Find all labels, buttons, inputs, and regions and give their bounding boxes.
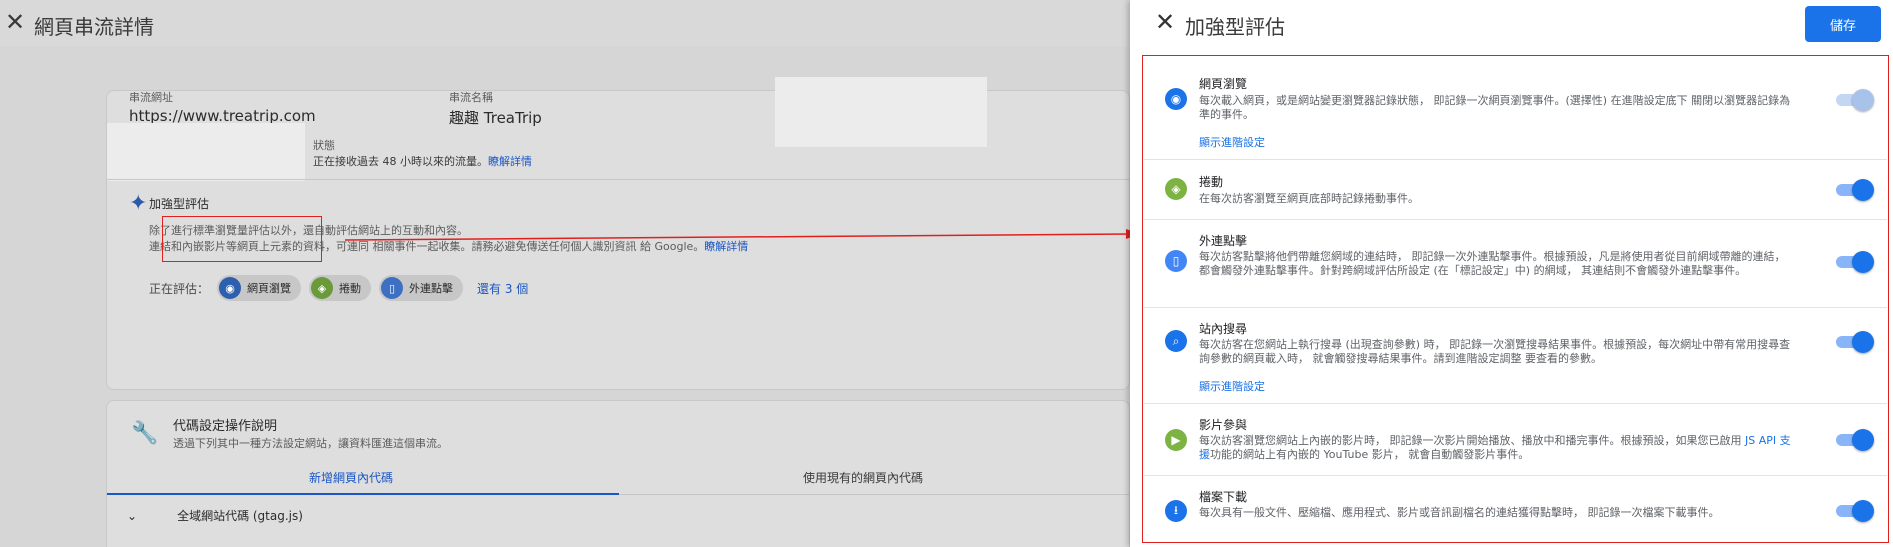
- show-advanced-link[interactable]: 顯示進階設定: [1199, 134, 1265, 150]
- enhanced-measurement-drawer: ✕ 加強型評估 儲存 ◉ 網頁瀏覽 每次載入網頁，或是網站變更瀏覽器記錄狀態， …: [1130, 0, 1893, 547]
- setting-description: 每次載入網頁，或是網站變更瀏覽器記錄狀態， 即記錄一次網頁瀏覽事件。(選擇性) …: [1199, 94, 1791, 121]
- setting-title: 站內搜尋: [1199, 322, 1248, 336]
- mouse-icon: ▯: [1165, 250, 1187, 272]
- toggle-page-view[interactable]: [1834, 89, 1874, 111]
- setting-description: 每次具有一般文件、壓縮檔、應用程式、影片或音訊副檔名的連結獲得點擊時， 即記錄一…: [1199, 506, 1720, 519]
- setting-description: 在每次訪客瀏覽至網頁底部時記錄捲動事件。: [1199, 192, 1419, 205]
- setting-title: 網頁瀏覽: [1199, 77, 1248, 91]
- search-icon: ⌕: [1165, 330, 1187, 352]
- setting-title: 外連點擊: [1199, 234, 1248, 248]
- video-desc-post: 功能的網站上有內嵌的 YouTube 影片， 就會自動觸發影片事件。: [1210, 448, 1530, 461]
- video-desc-pre: 每次訪客瀏覽您網站上內嵌的影片時， 即記錄一次影片開始播放、播放中和播完事件。根…: [1199, 434, 1745, 447]
- setting-scroll: ◈ 捲動 在每次訪客瀏覽至網頁底部時記錄捲動事件。: [1144, 160, 1887, 220]
- toggle-knob: [1852, 89, 1874, 111]
- play-icon: ▶: [1165, 429, 1187, 451]
- eye-icon: ◉: [1165, 88, 1187, 110]
- setting-title: 捲動: [1199, 175, 1224, 189]
- setting-video-engagement: ▶ 影片參與 每次訪客瀏覽您網站上內嵌的影片時， 即記錄一次影片開始播放、播放中…: [1144, 404, 1887, 476]
- setting-title: 檔案下載: [1199, 490, 1248, 504]
- toggle-scroll[interactable]: [1834, 179, 1874, 201]
- toggle-knob: [1852, 429, 1874, 451]
- show-advanced-link[interactable]: 顯示進階設定: [1199, 378, 1265, 394]
- setting-site-search: ⌕ 站內搜尋 每次訪客在您網站上執行搜尋 (出現查詢參數) 時， 即記錄一次瀏覽…: [1144, 308, 1887, 404]
- close-icon[interactable]: ✕: [1155, 10, 1175, 34]
- scroll-icon: ◈: [1165, 178, 1187, 200]
- drawer-title: 加強型評估: [1185, 15, 1285, 39]
- setting-page-view: ◉ 網頁瀏覽 每次載入網頁，或是網站變更瀏覽器記錄狀態， 即記錄一次網頁瀏覽事件…: [1144, 60, 1887, 160]
- save-button[interactable]: 儲存: [1805, 6, 1881, 42]
- setting-title: 影片參與: [1199, 418, 1248, 432]
- setting-outbound-click: ▯ 外連點擊 每次訪客點擊將他們帶離您網域的連結時， 即記錄一次外連點擊事件。根…: [1144, 220, 1887, 308]
- toggle-knob: [1852, 500, 1874, 522]
- setting-description: 每次訪客點擊將他們帶離您網域的連結時， 即記錄一次外連點擊事件。根據預設，凡是將…: [1199, 250, 1786, 277]
- toggle-knob: [1852, 179, 1874, 201]
- setting-description: 每次訪客瀏覽您網站上內嵌的影片時， 即記錄一次影片開始播放、播放中和播完事件。根…: [1199, 434, 1799, 462]
- toggle-knob: [1852, 331, 1874, 353]
- setting-file-download: ⭳ 檔案下載 每次具有一般文件、壓縮檔、應用程式、影片或音訊副檔名的連結獲得點擊…: [1144, 476, 1887, 547]
- toggle-site-search[interactable]: [1834, 331, 1874, 353]
- toggle-file-download[interactable]: [1834, 500, 1874, 522]
- download-icon: ⭳: [1165, 500, 1187, 522]
- toggle-outbound-click[interactable]: [1834, 251, 1874, 273]
- setting-description: 每次訪客在您網站上執行搜尋 (出現查詢參數) 時， 即記錄一次瀏覽搜尋結果事件。…: [1199, 338, 1791, 365]
- toggle-video-engagement[interactable]: [1834, 429, 1874, 451]
- toggle-knob: [1852, 251, 1874, 273]
